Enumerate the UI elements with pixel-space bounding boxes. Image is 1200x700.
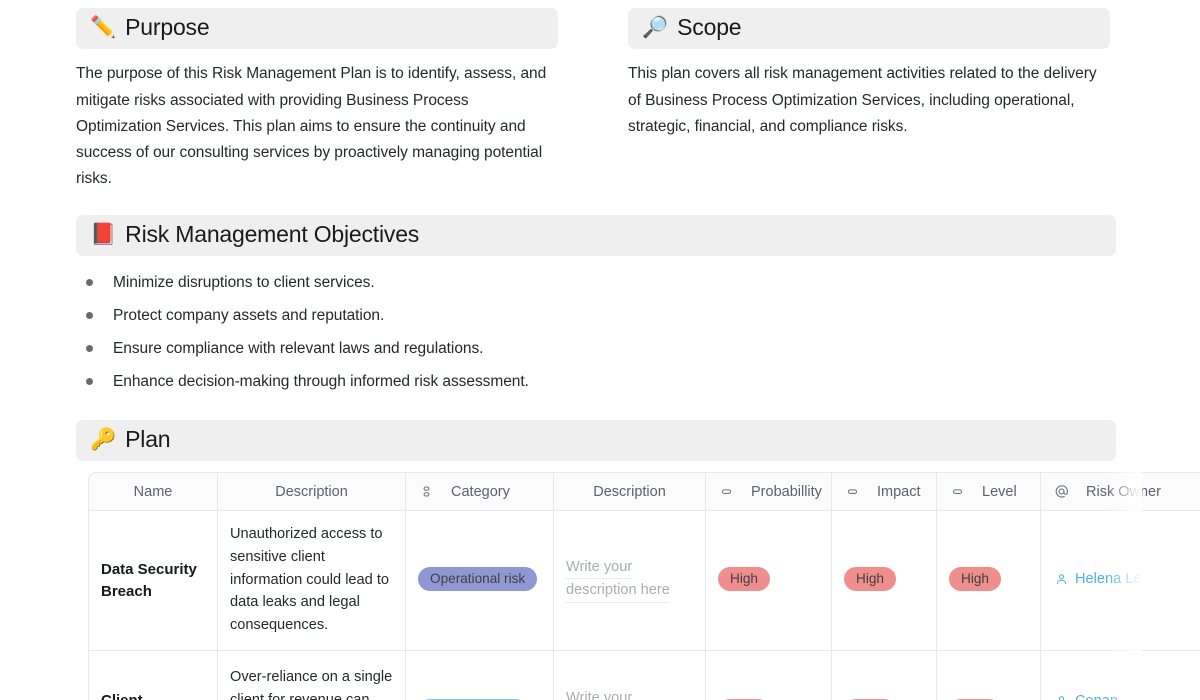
column-header-impact[interactable]: Impact	[832, 472, 937, 512]
objectives-section: 📕 Risk Management Objectives Minimize di…	[0, 214, 1200, 398]
owner-chip[interactable]: ConanBarbarian	[1055, 690, 1200, 700]
scope-body: This plan covers all risk management act…	[628, 65, 1097, 135]
column-header-description[interactable]: Description	[218, 472, 406, 512]
column-label: Description	[275, 483, 348, 500]
cell-category[interactable]: Operational risk	[406, 511, 554, 652]
cell-impact[interactable]: High	[832, 651, 937, 700]
cell-description[interactable]: Over-reliance on a single client for rev…	[218, 651, 406, 700]
placeholder-line: description here	[566, 579, 670, 603]
cell-probability[interactable]: High	[706, 651, 832, 700]
column-label: Risk Owner	[1086, 483, 1161, 500]
closed-book-icon: 📕	[90, 222, 117, 246]
person-icon	[1055, 693, 1069, 700]
bullet-icon	[76, 299, 102, 332]
scope-section: 🔎 Scope This plan covers all risk manage…	[628, 8, 1110, 193]
column-header-description-2[interactable]: Description	[554, 472, 706, 512]
list-item: Ensure compliance with relevant laws and…	[76, 332, 1116, 365]
table-header-row: Name Description Category Description Pr…	[88, 472, 1200, 512]
probability-tag[interactable]: High	[718, 567, 770, 592]
owner-name: Helena Le	[1075, 571, 1142, 588]
bullet-icon	[76, 365, 102, 398]
scope-header: 🔎 Scope	[628, 8, 1110, 50]
placeholder-line: Write your	[566, 687, 632, 700]
table-body: Data Security Breach Unauthorized access…	[88, 511, 1200, 700]
list-item: Minimize disruptions to client services.	[76, 266, 1116, 299]
cell-level[interactable]: High	[937, 651, 1041, 700]
objective-text: Minimize disruptions to client services.	[113, 274, 375, 292]
purpose-section: ✏️ Purpose The purpose of this Risk Mana…	[76, 8, 558, 193]
category-tag[interactable]: Operational risk	[418, 567, 538, 592]
column-header-probability[interactable]: Probabillity	[706, 472, 832, 512]
owner-chip[interactable]: Helena Le	[1055, 568, 1200, 594]
bullet-icon	[76, 332, 102, 365]
purpose-body: The purpose of this Risk Management Plan…	[76, 65, 547, 188]
table-row[interactable]: Client Dependency Over-reliance on a sin…	[88, 651, 1200, 700]
stacked-list-icon	[418, 484, 434, 500]
owner-name: ConanBarbarian	[1075, 690, 1138, 700]
plan-header: 🔑 Plan	[76, 420, 1116, 462]
cell-probability[interactable]: High	[706, 511, 832, 652]
column-label: Category	[451, 483, 510, 500]
column-label: Description	[593, 483, 666, 500]
key-icon: 🔑	[90, 428, 117, 452]
person-icon	[1055, 571, 1069, 594]
cell-impact[interactable]: High	[832, 511, 937, 652]
cell-description-2[interactable]: Write your description here	[554, 511, 706, 652]
column-header-level[interactable]: Level	[937, 472, 1041, 512]
column-header-category[interactable]: Category	[406, 472, 554, 512]
objective-text: Ensure compliance with relevant laws and…	[113, 340, 484, 358]
objectives-title: Risk Management Objectives	[125, 220, 420, 247]
impact-tag[interactable]: High	[844, 567, 896, 592]
objectives-header: 📕 Risk Management Objectives	[76, 214, 1116, 257]
pencil-icon: ✏️	[90, 16, 117, 40]
objective-text: Enhance decision-making through informed…	[113, 373, 529, 391]
cell-name[interactable]: Data Security Breach	[88, 511, 218, 652]
bullet-icon	[76, 266, 102, 299]
document-page: ✏️ Purpose The purpose of this Risk Mana…	[0, 0, 1200, 700]
cell-level[interactable]: High	[937, 511, 1041, 652]
magnifying-glass-icon: 🔎	[642, 16, 669, 40]
pill-icon	[949, 484, 965, 500]
description-placeholder[interactable]: Write your description here	[566, 687, 693, 700]
column-label: Name	[133, 483, 173, 500]
cell-description[interactable]: Unauthorized access to sensitive client …	[218, 511, 406, 652]
owner-name-line: Conan	[1075, 693, 1118, 700]
list-item: Protect company assets and reputation.	[76, 299, 1116, 332]
cell-description-2[interactable]: Write your description here	[554, 651, 706, 700]
risk-table: Name Description Category Description Pr…	[88, 472, 1200, 700]
table-row[interactable]: Data Security Breach Unauthorized access…	[88, 511, 1200, 652]
column-header-risk-owner[interactable]: Risk Owner	[1041, 472, 1200, 512]
level-tag[interactable]: High	[949, 567, 1001, 592]
column-label: Probabillity	[751, 483, 822, 500]
cell-risk-owner[interactable]: Helena Le	[1041, 511, 1200, 652]
risk-table-container[interactable]: Name Description Category Description Pr…	[88, 472, 1200, 700]
placeholder-line: Write your	[566, 556, 633, 580]
pill-icon	[718, 484, 734, 500]
column-header-name[interactable]: Name	[88, 472, 218, 512]
intro-columns: ✏️ Purpose The purpose of this Risk Mana…	[0, 0, 1200, 193]
column-label: Impact	[877, 483, 921, 500]
objectives-list: Minimize disruptions to client services.…	[76, 256, 1116, 398]
purpose-title: Purpose	[125, 14, 210, 40]
pill-icon	[844, 484, 860, 500]
list-item: Enhance decision-making through informed…	[76, 365, 1116, 398]
plan-section: 🔑 Plan	[0, 420, 1200, 462]
scope-title: Scope	[677, 14, 742, 40]
cell-name[interactable]: Client Dependency	[88, 651, 218, 700]
description-placeholder[interactable]: Write your description here	[566, 556, 693, 603]
objective-text: Protect company assets and reputation.	[113, 307, 385, 325]
purpose-header: ✏️ Purpose	[76, 8, 558, 50]
column-label: Level	[982, 483, 1017, 500]
plan-title: Plan	[125, 426, 171, 453]
at-sign-icon	[1053, 484, 1069, 500]
cell-risk-owner[interactable]: ConanBarbarian	[1041, 651, 1200, 700]
cell-category[interactable]: Economic risk	[406, 651, 554, 700]
